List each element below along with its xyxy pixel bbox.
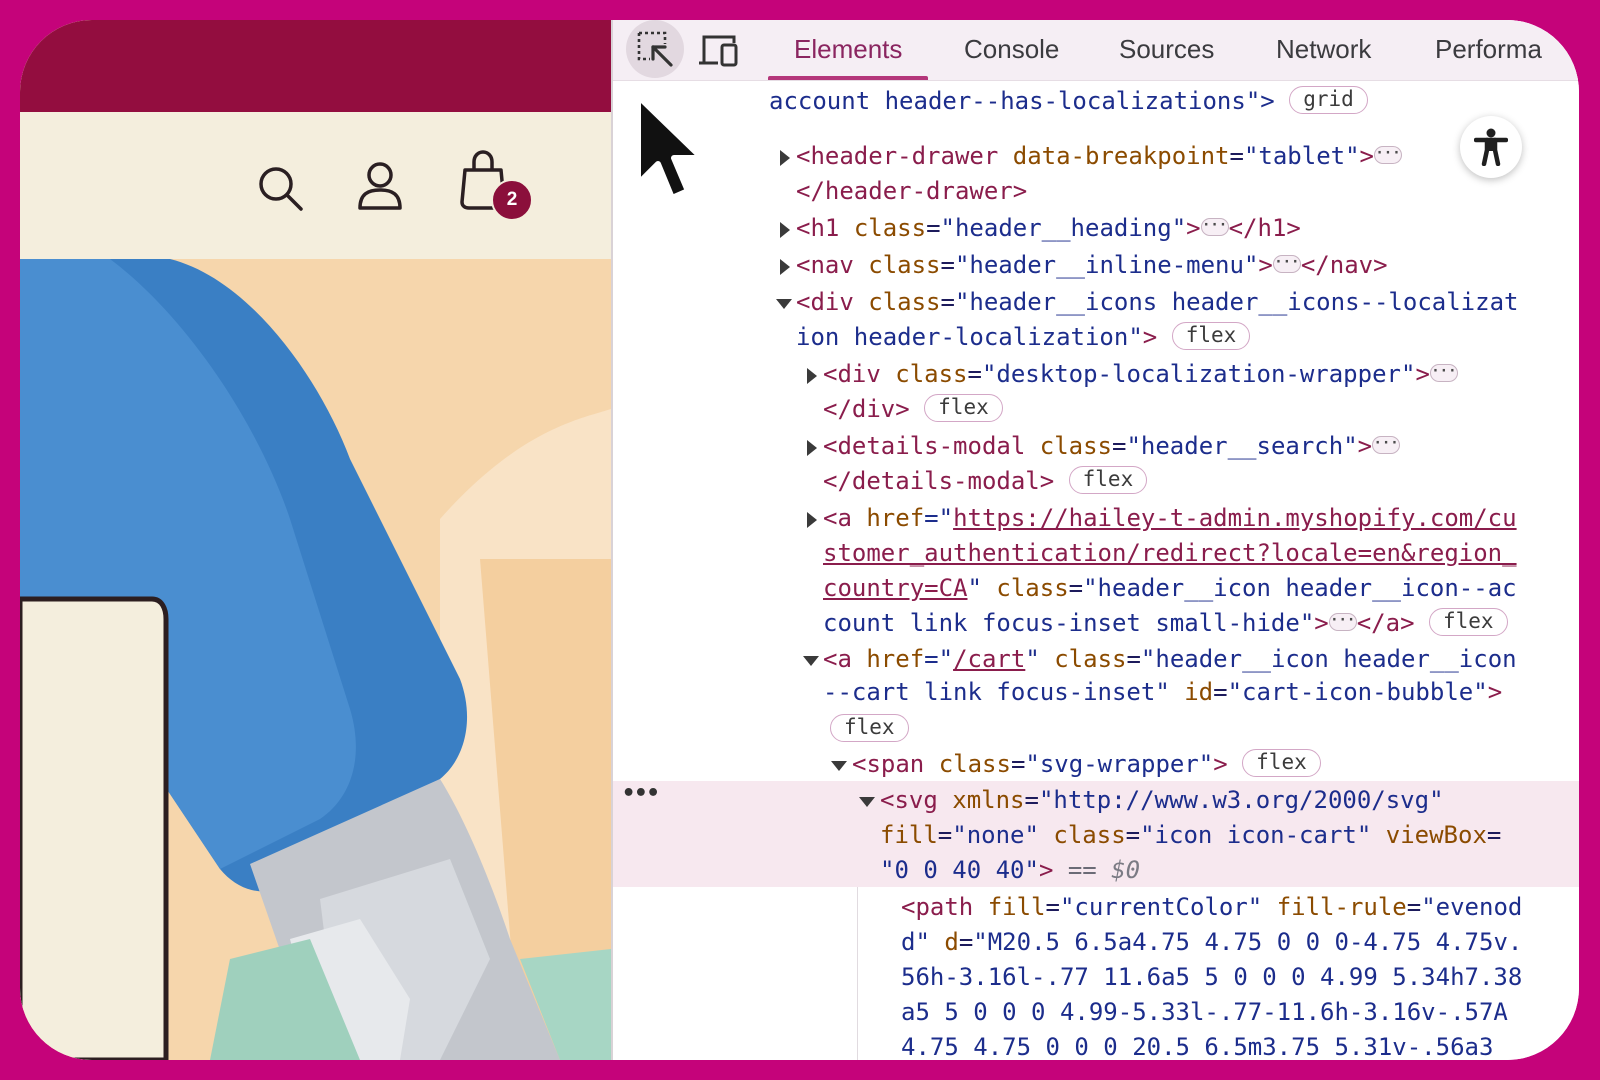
device-toggle-icon bbox=[699, 35, 738, 67]
tab-network[interactable]: Network bbox=[1276, 34, 1371, 80]
collapse-arrow-icon[interactable] bbox=[776, 299, 792, 309]
storefront-preview: 2 bbox=[20, 20, 611, 1060]
collapse-arrow-icon[interactable] bbox=[831, 761, 847, 771]
cart-link[interactable]: /cart bbox=[953, 645, 1025, 673]
expand-arrow-icon[interactable] bbox=[780, 259, 790, 275]
dom-line[interactable]: 56h-3.16l-.77 11.6a5 5 0 0 0 4.99 5.34h7… bbox=[901, 960, 1522, 995]
expand-arrow-icon[interactable] bbox=[807, 368, 817, 384]
account-link[interactable]: https://hailey-t-admin.myshopify.com/cu bbox=[953, 504, 1517, 532]
dom-line[interactable]: <nav class="header__inline-menu">···</na… bbox=[796, 248, 1388, 283]
dom-line[interactable]: </div> flex bbox=[823, 392, 1003, 427]
dom-line[interactable]: <a href="/cart" class="header__icon head… bbox=[823, 642, 1517, 677]
dom-line[interactable]: account header--has-localizations"> grid bbox=[769, 84, 1368, 119]
account-link[interactable]: country=CA bbox=[823, 574, 968, 602]
flex-badge[interactable]: flex bbox=[830, 714, 909, 742]
tab-elements[interactable]: Elements bbox=[767, 34, 929, 80]
dom-line[interactable]: </header-drawer> bbox=[796, 174, 1027, 209]
devtools-panel: Elements Console Sources Network Perform… bbox=[613, 20, 1579, 1060]
dom-line[interactable]: <header-drawer data-breakpoint="tablet">… bbox=[796, 139, 1402, 174]
dom-line[interactable]: <h1 class="header__heading">···</h1> bbox=[796, 211, 1301, 246]
flex-badge[interactable]: flex bbox=[1068, 466, 1148, 494]
dom-line[interactable]: flex bbox=[830, 712, 909, 747]
grid-badge[interactable]: grid bbox=[1289, 86, 1368, 114]
tab-console[interactable]: Console bbox=[964, 34, 1059, 80]
dom-line[interactable]: 4.75 4.75 0 0 0 20.5 6.5m3.75 5.31v-.56a… bbox=[901, 1030, 1493, 1060]
expand-arrow-icon[interactable] bbox=[780, 150, 790, 166]
accessibility-button[interactable] bbox=[1460, 116, 1522, 178]
account-link[interactable]: stomer_authentication/redirect?locale=en… bbox=[823, 539, 1517, 567]
flex-badge[interactable]: flex bbox=[924, 394, 1003, 422]
dom-line[interactable]: <a href="https://hailey-t-admin.myshopif… bbox=[823, 501, 1517, 536]
search-icon[interactable] bbox=[254, 162, 308, 216]
dom-line[interactable]: </details-modal> flex bbox=[823, 464, 1148, 499]
flex-badge[interactable]: flex bbox=[1242, 749, 1321, 777]
collapsed-content-icon[interactable]: ··· bbox=[1272, 255, 1301, 273]
dom-line[interactable]: stomer_authentication/redirect?locale=en… bbox=[823, 536, 1517, 571]
screenshot-frame: 2 Elements Console Sources Network Perfo… bbox=[20, 20, 1579, 1060]
collapsed-content-icon[interactable]: ··· bbox=[1429, 364, 1458, 382]
mouse-cursor-icon bbox=[635, 93, 705, 201]
collapsed-content-icon[interactable]: ··· bbox=[1328, 613, 1357, 631]
account-icon[interactable] bbox=[356, 160, 404, 214]
collapsed-content-icon[interactable]: ··· bbox=[1374, 146, 1402, 164]
collapsed-content-icon[interactable]: ··· bbox=[1200, 218, 1229, 236]
flex-badge[interactable]: flex bbox=[1428, 608, 1508, 636]
dom-line[interactable]: fill="none" class="icon icon-cart" viewB… bbox=[880, 818, 1501, 853]
elements-tree: ••• account header--has-localizations"> … bbox=[613, 81, 1579, 1060]
collapse-arrow-icon[interactable] bbox=[803, 656, 819, 666]
dom-line[interactable]: "0 0 40 40"> == $0 bbox=[880, 853, 1140, 888]
dom-line[interactable]: d" d="M20.5 6.5a4.75 4.75 0 0 0-4.75 4.7… bbox=[901, 925, 1522, 960]
dom-line[interactable]: <div class="desktop-localization-wrapper… bbox=[823, 357, 1458, 392]
dom-line[interactable]: <span class="svg-wrapper"> flex bbox=[852, 747, 1321, 782]
hero-illustration bbox=[20, 259, 611, 1060]
expand-arrow-icon[interactable] bbox=[807, 440, 817, 456]
flex-badge[interactable]: flex bbox=[1171, 322, 1251, 350]
tab-performance[interactable]: Performa bbox=[1435, 34, 1542, 80]
dom-line[interactable]: <path fill="currentColor" fill-rule="eve… bbox=[901, 890, 1522, 925]
collapsed-content-icon[interactable]: ··· bbox=[1372, 436, 1401, 454]
indent-guide bbox=[857, 887, 858, 1060]
cart-count-badge: 2 bbox=[491, 179, 533, 221]
device-toggle-button[interactable] bbox=[697, 28, 741, 72]
dom-line[interactable]: ion header-localization"> flex bbox=[796, 320, 1251, 355]
inspect-element-icon bbox=[637, 31, 673, 67]
dom-line[interactable]: <svg xmlns="http://www.w3.org/2000/svg" bbox=[880, 783, 1444, 818]
node-actions-icon[interactable]: ••• bbox=[622, 781, 660, 806]
dom-line[interactable]: count link focus-inset small-hide">···</… bbox=[823, 606, 1508, 641]
accessibility-icon bbox=[1474, 128, 1508, 166]
dom-line[interactable]: <div class="header__icons header__icons-… bbox=[796, 285, 1518, 320]
collapse-arrow-icon[interactable] bbox=[859, 797, 875, 807]
dom-line[interactable]: --cart link focus-inset" id="cart-icon-b… bbox=[823, 675, 1502, 710]
inspect-element-button[interactable] bbox=[626, 20, 684, 78]
dom-line[interactable]: a5 5 0 0 0 4.99-5.33l-.77-11.6h-3.16v-.5… bbox=[901, 995, 1508, 1030]
announcement-bar bbox=[20, 20, 611, 112]
tab-sources[interactable]: Sources bbox=[1119, 34, 1214, 80]
expand-arrow-icon[interactable] bbox=[807, 512, 817, 528]
dom-line[interactable]: country=CA" class="header__icon header__… bbox=[823, 571, 1517, 606]
expand-arrow-icon[interactable] bbox=[780, 222, 790, 238]
dom-line[interactable]: <details-modal class="header__search">··… bbox=[823, 429, 1401, 464]
devtools-toolbar: Elements Console Sources Network Perform… bbox=[613, 20, 1579, 81]
